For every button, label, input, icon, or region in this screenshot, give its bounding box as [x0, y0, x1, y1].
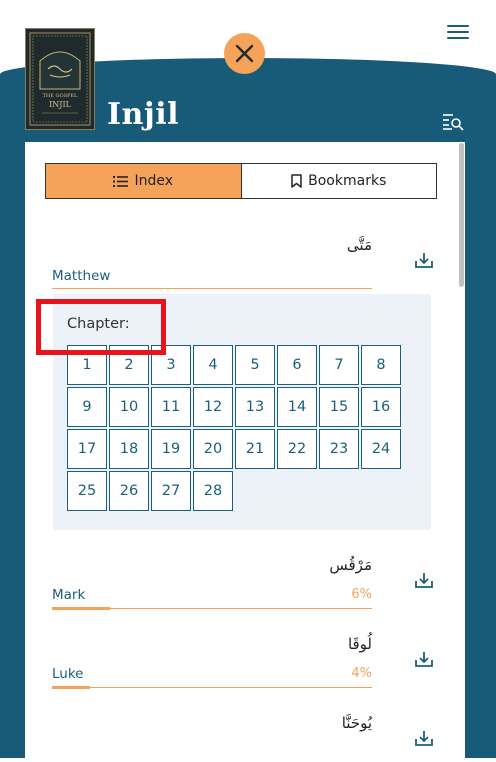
download-icon[interactable] — [415, 572, 433, 593]
chapter-button[interactable]: 24 — [361, 429, 401, 469]
progress-bar — [52, 607, 372, 610]
index-panel: Index Bookmarks مَتَّى Matthew Chapter: … — [25, 142, 465, 762]
tab-bookmarks[interactable]: Bookmarks — [242, 164, 437, 198]
book-progress: 4% — [351, 666, 372, 681]
chapter-button[interactable]: 3 — [151, 345, 191, 385]
chapter-button[interactable]: 7 — [319, 345, 359, 385]
chapter-button[interactable]: 5 — [235, 345, 275, 385]
chapter-button[interactable]: 9 — [67, 387, 107, 427]
chapter-button[interactable]: 11 — [151, 387, 191, 427]
book-name: Matthew — [52, 268, 111, 284]
tab-bar: Index Bookmarks — [45, 163, 437, 199]
chapter-button[interactable]: 25 — [67, 471, 107, 511]
book-item-luke[interactable]: لُوقَا Luke 4% — [52, 631, 372, 689]
scrollbar[interactable] — [459, 143, 464, 287]
book-item-matthew[interactable]: مَتَّى Matthew — [52, 232, 372, 290]
book-item-john[interactable]: يُوحَنَّا — [52, 710, 372, 750]
chapter-button[interactable]: 4 — [193, 345, 233, 385]
chapter-button[interactable]: 19 — [151, 429, 191, 469]
chapter-button[interactable]: 14 — [277, 387, 317, 427]
chapter-button[interactable]: 12 — [193, 387, 233, 427]
chapter-label: Chapter: — [67, 316, 130, 332]
cover-title: INJIL — [49, 100, 72, 109]
chapter-button[interactable]: 2 — [109, 345, 149, 385]
close-icon — [235, 44, 254, 63]
chapter-button[interactable]: 8 — [361, 345, 401, 385]
search-list-icon[interactable] — [442, 113, 464, 135]
chapter-selector: Chapter: 1 2 3 4 5 6 7 8 9 10 11 12 13 14 15 16 17 18 19 20… — [53, 294, 431, 530]
chapter-button[interactable]: 16 — [361, 387, 401, 427]
chapter-button[interactable]: 6 — [277, 345, 317, 385]
chapter-button[interactable]: 22 — [277, 429, 317, 469]
book-arabic-name: مَتَّى — [346, 236, 372, 254]
progress-fill — [52, 686, 91, 689]
book-cover-image: THE GOSPEL INJIL — [25, 28, 95, 130]
chapter-button[interactable]: 17 — [67, 429, 107, 469]
book-item-mark[interactable]: مَرْقُس Mark 6% — [52, 552, 372, 610]
download-icon[interactable] — [415, 651, 433, 672]
book-progress: 6% — [351, 587, 372, 602]
chapter-grid: 1 2 3 4 5 6 7 8 9 10 11 12 13 14 15 16 17 18 19 20 21 22 23 24 2… — [67, 345, 403, 511]
progress-bar — [52, 686, 372, 689]
chapter-button[interactable]: 21 — [235, 429, 275, 469]
book-arabic-name: يُوحَنَّا — [341, 714, 372, 732]
chapter-button[interactable]: 28 — [193, 471, 233, 511]
chapter-button[interactable]: 20 — [193, 429, 233, 469]
bookmark-icon — [291, 174, 302, 188]
chapter-button[interactable]: 18 — [109, 429, 149, 469]
tab-index-label: Index — [134, 173, 174, 189]
hamburger-menu-icon[interactable] — [447, 25, 469, 43]
app-title: Injil — [107, 97, 179, 132]
tab-index[interactable]: Index — [46, 164, 242, 198]
book-arabic-name: لُوقَا — [347, 635, 372, 653]
chapter-button[interactable]: 10 — [109, 387, 149, 427]
book-arabic-name: مَرْقُس — [329, 556, 372, 574]
book-name: Mark — [52, 587, 86, 603]
download-icon[interactable] — [415, 252, 433, 273]
cover-subtitle: THE GOSPEL — [43, 93, 78, 99]
progress-fill — [52, 607, 110, 610]
chapter-button[interactable]: 26 — [109, 471, 149, 511]
chapter-button[interactable]: 13 — [235, 387, 275, 427]
progress-line — [52, 288, 372, 289]
chapter-button[interactable]: 23 — [319, 429, 359, 469]
book-name: Luke — [52, 666, 84, 682]
chapter-button[interactable]: 1 — [67, 345, 107, 385]
list-icon — [113, 175, 129, 187]
chapter-button[interactable]: 27 — [151, 471, 191, 511]
chapter-button[interactable]: 15 — [319, 387, 359, 427]
tab-bookmarks-label: Bookmarks — [308, 173, 387, 189]
close-button[interactable] — [224, 33, 265, 74]
